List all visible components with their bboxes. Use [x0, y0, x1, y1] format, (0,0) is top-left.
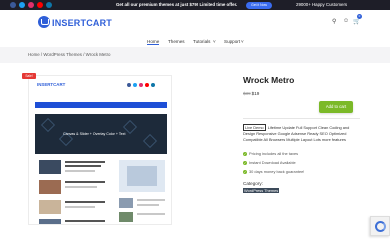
preview-social-icon: [145, 83, 149, 87]
preview-post-thumb: [39, 180, 61, 194]
preview-text-line: [65, 165, 101, 167]
promo-bar: Get all our premium themes at just $79! …: [0, 0, 390, 10]
breadcrumb[interactable]: Home / WordPress Themes / Wrock Metro: [28, 52, 110, 57]
cart-icon[interactable]: 🛒: [353, 18, 360, 25]
add-to-cart-button[interactable]: Add to cart: [319, 101, 353, 113]
search-icon[interactable]: ⚲: [332, 18, 336, 25]
sale-badge: Sale!: [22, 73, 36, 79]
feature-text: Pricing includes all the taxes: [249, 151, 299, 156]
preview-text-line: [137, 199, 165, 201]
chevron-down-icon[interactable]: ˅: [213, 39, 216, 44]
preview-text-line: [65, 161, 105, 163]
preview-text-line: [137, 204, 159, 206]
feature-text: Instant Download Available: [249, 160, 296, 165]
happy-customers-text: 29000+ Happy Customers: [296, 2, 348, 7]
feature-item: ✓ Pricing includes all the taxes: [243, 151, 298, 156]
live-demo-button[interactable]: Live Demo: [243, 124, 266, 132]
category-link[interactable]: WordPress Themes: [243, 188, 280, 193]
breadcrumb-bar: Home / WordPress Themes / Wrock Metro: [0, 47, 390, 63]
preview-post-thumb: [39, 200, 61, 214]
check-icon: ✓: [243, 169, 247, 174]
preview-text-line: [65, 206, 95, 208]
preview-logo: INSERTCART: [37, 82, 66, 87]
nav-home[interactable]: Home: [147, 39, 160, 45]
nav-themes[interactable]: Themes: [168, 39, 185, 44]
get-it-now-button[interactable]: Get it Now: [246, 1, 272, 9]
check-icon: ✓: [243, 160, 247, 165]
recaptcha-icon: [375, 221, 386, 232]
preview-text-line: [137, 213, 165, 215]
preview-header: INSERTCART: [29, 76, 171, 94]
product-preview-image[interactable]: INSERTCART Canvas & Slider + Overlay Col…: [28, 75, 172, 225]
preview-text-line: [65, 181, 105, 183]
cart-count-badge: 0: [357, 14, 362, 19]
feature-item: ✓ 30 days money back guarantee!: [243, 169, 304, 174]
feature-text: 30 days money back guarantee!: [249, 169, 305, 174]
preview-text-line: [65, 170, 95, 172]
category-label: Category:: [243, 181, 263, 186]
product-description: Live Demo Lifetime Update Full Support C…: [243, 124, 361, 142]
hex-pattern: [142, 133, 158, 149]
instagram-icon[interactable]: [28, 2, 34, 8]
hex-pattern: [40, 117, 56, 133]
youtube-icon[interactable]: [37, 2, 43, 8]
preview-social-icon: [139, 83, 143, 87]
feature-item: ✓ Instant Download Available: [243, 160, 296, 165]
linkedin-icon[interactable]: [46, 2, 52, 8]
sale-price: $19: [251, 91, 260, 96]
preview-navbar: [35, 102, 167, 108]
preview-sidebar-image: [127, 166, 157, 186]
chevron-down-icon[interactable]: ˅: [241, 39, 244, 44]
user-icon[interactable]: ☺: [343, 18, 349, 24]
facebook-icon[interactable]: [10, 2, 16, 8]
site-logo[interactable]: INSERTCART: [52, 18, 112, 28]
preview-sidebar-thumb: [119, 198, 133, 208]
preview-post-thumb: [39, 219, 61, 224]
preview-text-line: [65, 201, 105, 203]
divider: [243, 118, 360, 119]
preview-text-line: [65, 186, 97, 188]
cart-logo-icon[interactable]: [38, 16, 50, 28]
check-icon: ✓: [243, 151, 247, 156]
preview-hero-text: Canvas & Slider + Overlay Color + Text: [63, 132, 126, 136]
nav-tutorials[interactable]: Tutorials: [193, 39, 210, 44]
twitter-icon[interactable]: [19, 2, 25, 8]
old-price: $39: [243, 91, 251, 96]
product-price: $39$19: [243, 91, 259, 96]
preview-social-icon: [151, 83, 155, 87]
recaptcha-badge[interactable]: [370, 216, 390, 236]
nav-support[interactable]: Support: [224, 39, 240, 44]
preview-post-thumb: [39, 160, 61, 174]
promo-text: Get all our premium themes at just $79! …: [116, 2, 238, 7]
preview-social-icon: [127, 83, 131, 87]
preview-social-icon: [133, 83, 137, 87]
preview-text-line: [65, 220, 105, 222]
product-title: Wrock Metro: [243, 75, 295, 85]
preview-sidebar-thumb: [119, 212, 133, 222]
